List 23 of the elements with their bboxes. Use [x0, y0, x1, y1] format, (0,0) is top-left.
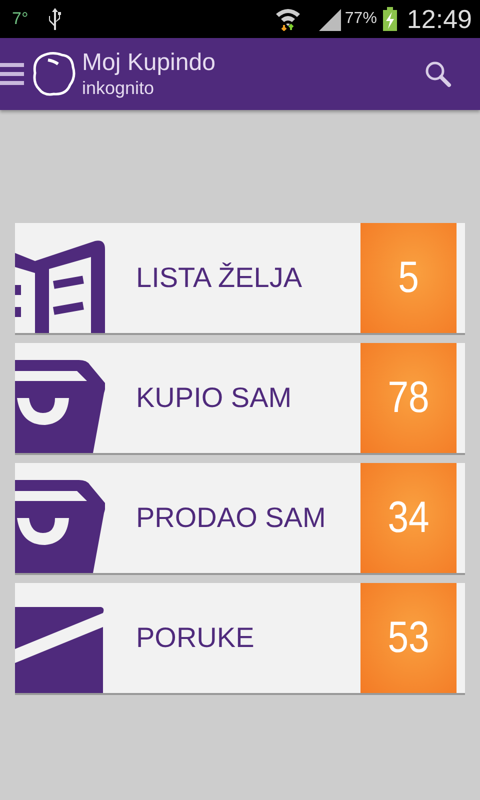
app-subtitle: inkognito [82, 77, 156, 99]
battery-percent-text: 77% [344, 10, 377, 28]
menu-card[interactable]: KUPIO SAM 78 [15, 343, 465, 453]
cloud-logo-icon [32, 51, 76, 97]
count-badge: 34 [360, 463, 457, 573]
menu-card[interactable]: PORUKE 53 [15, 583, 465, 693]
card-label: KUPIO SAM [135, 382, 293, 414]
search-icon[interactable] [424, 60, 452, 88]
clock-text: 12:49 [406, 4, 472, 34]
menu-card[interactable]: LISTA ŽELJA 5 [15, 223, 465, 333]
app-title: Moj Kupindo [82, 49, 216, 77]
count-badge: 5 [360, 223, 457, 333]
signal-icon [316, 7, 343, 31]
menu-card[interactable]: PRODAO SAM 34 [15, 463, 465, 573]
count-badge: 53 [360, 583, 457, 693]
card-label: PORUKE [135, 622, 256, 654]
card-label: PRODAO SAM [135, 502, 327, 534]
wifi-icon [274, 7, 301, 31]
temperature-text: 7° [12, 9, 28, 29]
count-badge: 78 [360, 343, 457, 453]
usb-icon [48, 7, 62, 31]
card-label: LISTA ŽELJA [135, 262, 303, 294]
battery-charging-icon [382, 7, 397, 31]
